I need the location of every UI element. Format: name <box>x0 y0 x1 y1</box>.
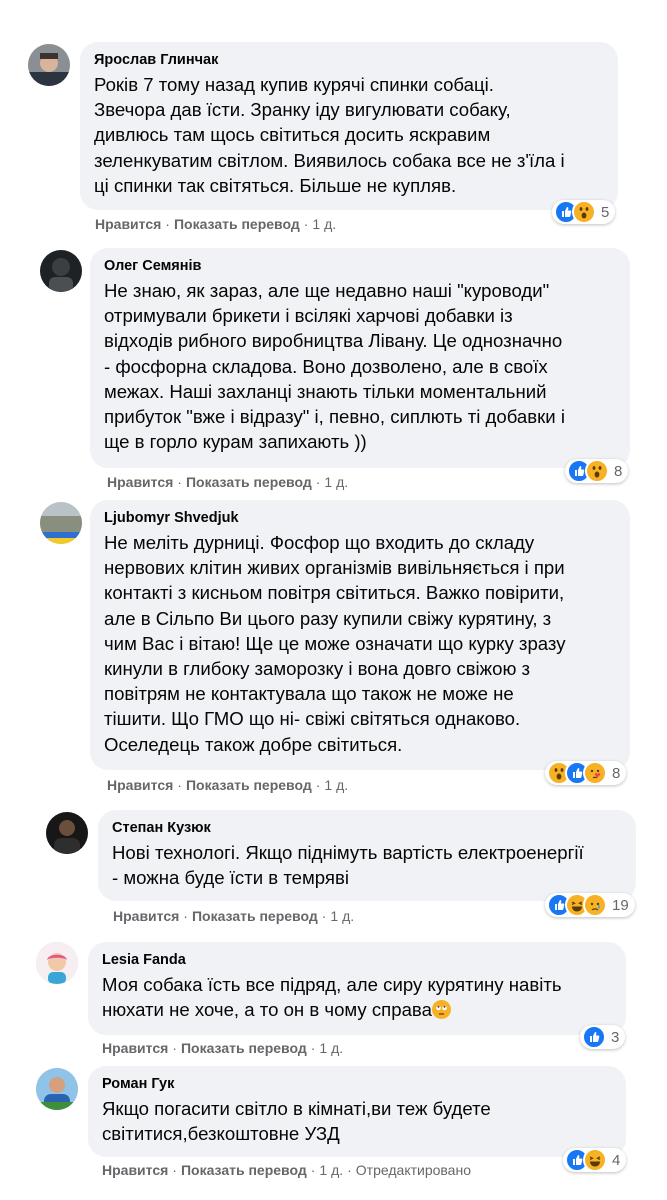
show-translation-link[interactable]: Показать перевод <box>174 216 300 232</box>
comment-actions: Нравится · Показать перевод · 1 д. <box>113 908 354 924</box>
show-translation-link[interactable]: Показать перевод <box>186 474 312 490</box>
comment-author[interactable]: Ljubomyr Shvedjuk <box>104 509 616 528</box>
comment-timestamp[interactable]: 1 д. <box>312 216 336 232</box>
separator: · <box>303 216 309 232</box>
show-translation-link[interactable]: Показать перевод <box>181 1040 307 1056</box>
separator: · <box>315 474 321 490</box>
like-icon <box>582 1025 606 1049</box>
avatar[interactable] <box>40 502 82 544</box>
comment-text: Років 7 тому назад купив курячі спинки с… <box>94 74 565 196</box>
comment-timestamp[interactable]: 1 д. <box>319 1162 343 1178</box>
comment-text: Моя собака їсть все підряд, але сиру кур… <box>102 972 612 1022</box>
separator: · <box>165 216 170 232</box>
like-link[interactable]: Нравится <box>113 908 179 924</box>
reaction-count: 8 <box>614 462 623 480</box>
comment-timestamp[interactable]: 1 д. <box>330 908 354 924</box>
comment-actions: Нравится · Показать перевод · 1 д. · Отредакти… <box>102 1162 471 1178</box>
comment-bubble: Lesia Fanda Моя собака їсть все підряд, … <box>88 942 626 1035</box>
show-translation-link[interactable]: Показать перевод <box>192 908 318 924</box>
wow-icon <box>585 459 609 483</box>
separator: · <box>347 1162 352 1178</box>
separator: · <box>177 474 182 490</box>
reaction-count: 3 <box>611 1028 620 1046</box>
comment-timestamp[interactable]: 1 д. <box>324 777 348 793</box>
reactions-summary[interactable]: 4 <box>563 1148 627 1172</box>
comment-text: Не знаю, як зараз, але ще недавно наші "… <box>104 280 565 453</box>
avatar[interactable] <box>36 1068 78 1110</box>
comment-text: Якщо погасити світло в кімнаті,ви теж бу… <box>102 1098 491 1145</box>
edited-label[interactable]: Отредактировано <box>356 1162 471 1178</box>
avatar[interactable] <box>28 44 70 86</box>
comment-bubble: Роман Гук Якщо погасити світло в кімнаті… <box>88 1066 626 1157</box>
sad-icon <box>583 893 607 917</box>
reactions-summary[interactable]: 19 <box>545 893 635 917</box>
rolling-eyes-emoji-icon <box>431 1000 451 1020</box>
comment-author[interactable]: Степан Кузюк <box>112 819 622 838</box>
reactions-summary[interactable]: 5 <box>552 200 616 224</box>
like-link[interactable]: Нравится <box>95 216 161 232</box>
comment-author[interactable]: Lesia Fanda <box>102 951 612 970</box>
comment-actions: Нравится · Показать перевод · 1 д. <box>95 216 336 232</box>
avatar[interactable] <box>36 942 78 984</box>
comment-timestamp[interactable]: 1 д. <box>324 474 348 490</box>
comment-timestamp[interactable]: 1 д. <box>319 1040 343 1056</box>
show-translation-link[interactable]: Показать перевод <box>181 1162 307 1178</box>
comment-text-body: Моя собака їсть все підряд, але сиру кур… <box>102 974 562 1021</box>
comment-text: Не меліть дурниці. Фосфор що входить до … <box>104 532 566 755</box>
avatar[interactable] <box>46 812 88 854</box>
separator: · <box>310 1162 316 1178</box>
comment-author[interactable]: Олег Семянів <box>104 257 616 276</box>
comment-author[interactable]: Роман Гук <box>102 1075 612 1094</box>
separator: · <box>315 777 321 793</box>
wow-icon <box>572 200 596 224</box>
reaction-count: 4 <box>612 1151 621 1169</box>
separator: · <box>310 1040 316 1056</box>
avatar[interactable] <box>40 250 82 292</box>
comment-author[interactable]: Ярослав Глинчак <box>94 51 604 70</box>
comment-actions: Нравится · Показать перевод · 1 д. <box>107 474 348 490</box>
haha-icon <box>583 1148 607 1172</box>
comment-bubble: Ljubomyr Shvedjuk Не меліть дурниці. Фос… <box>90 500 630 770</box>
separator: · <box>172 1162 177 1178</box>
separator: · <box>321 908 327 924</box>
separator: · <box>177 777 182 793</box>
like-link[interactable]: Нравится <box>102 1162 168 1178</box>
separator: · <box>183 908 188 924</box>
comment-bubble: Ярослав Глинчак Років 7 тому назад купив… <box>80 42 618 210</box>
reactions-summary[interactable]: 8 <box>545 761 627 785</box>
comment-actions: Нравится · Показать перевод · 1 д. <box>107 777 348 793</box>
comment-text: Нові технологі. Якщо піднімуть вартість … <box>112 842 584 889</box>
reactions-summary[interactable]: 3 <box>580 1025 626 1049</box>
reaction-count: 19 <box>612 896 629 914</box>
care-icon <box>583 761 607 785</box>
comment-bubble: Олег Семянів Не знаю, як зараз, але ще н… <box>90 248 630 468</box>
reaction-count: 5 <box>601 203 610 221</box>
like-link[interactable]: Нравится <box>102 1040 168 1056</box>
reaction-count: 8 <box>612 764 621 782</box>
like-link[interactable]: Нравится <box>107 777 173 793</box>
separator: · <box>172 1040 177 1056</box>
comment-actions: Нравится · Показать перевод · 1 д. <box>102 1040 343 1056</box>
show-translation-link[interactable]: Показать перевод <box>186 777 312 793</box>
like-link[interactable]: Нравится <box>107 474 173 490</box>
comment-bubble: Степан Кузюк Нові технологі. Якщо піднім… <box>98 810 636 901</box>
reactions-summary[interactable]: 8 <box>565 459 629 483</box>
